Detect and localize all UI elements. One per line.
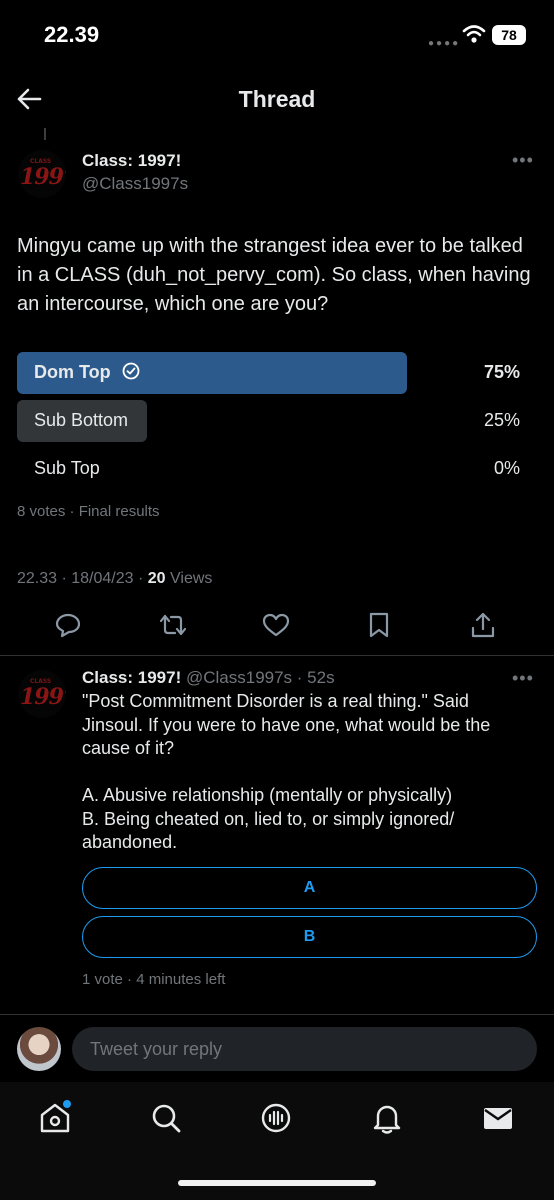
reply-more-options-icon[interactable]: ••• [512,668,534,689]
signal-dots-icon: ●●●● [428,38,461,49]
more-options-icon[interactable]: ••• [512,150,534,171]
author-name[interactable]: Class: 1997! [82,151,181,171]
share-icon[interactable] [469,611,497,639]
poll-percent: 75% [483,362,520,382]
poll-option-3: Sub Top 0% [17,448,537,490]
notifications-icon[interactable] [369,1100,405,1136]
poll-option-label: Dom Top [34,362,111,382]
home-indicator [178,1180,376,1186]
post-text: Mingyu came up with the strangest idea e… [17,235,531,315]
reply-author-avatar[interactable]: CLASS 1997 [18,670,66,718]
divider [0,655,554,656]
poll-percent: 0% [493,458,520,478]
reply-composer: Tweet your reply [0,1014,554,1082]
reply-icon[interactable] [54,611,82,639]
thread-header: Thread [0,72,554,130]
poll-option-1: Dom Top 75% [17,352,537,394]
status-bar: 22.39 ●●●● 78 [0,0,554,72]
status-time: 22.39 [44,22,100,47]
post-timestamp: 22.33 · 18/04/23 · 20 Views [17,570,213,587]
author-handle[interactable]: @Class1997s [82,174,188,194]
check-circle-icon [122,362,140,380]
reply-poll-footer: 1 vote · 4 minutes left [82,971,226,988]
poll-footer: 8 votes · Final results [17,503,160,520]
poll-option-label: Sub Bottom [34,410,129,430]
reply-post-time: 52s [307,668,335,687]
home-icon[interactable] [37,1100,73,1136]
battery-indicator: 78 [492,25,526,45]
poll-option-2: Sub Bottom 25% [17,400,537,442]
poll-option-label: Sub Top [34,458,100,478]
spaces-icon[interactable] [258,1100,294,1136]
reply-author-line: Class: 1997! @Class1997s · 52s [82,668,335,687]
poll-percent: 25% [483,410,520,430]
retweet-icon[interactable] [158,611,188,639]
reply-author-name[interactable]: Class: 1997! [82,668,181,687]
reply-input[interactable]: Tweet your reply [72,1027,537,1071]
poll-vote-button-b[interactable]: B [82,916,537,958]
search-icon[interactable] [148,1100,184,1136]
bookmark-icon[interactable] [367,611,391,639]
messages-icon[interactable] [480,1100,516,1136]
wifi-icon [462,25,486,43]
thread-connector-line [44,128,46,140]
like-icon[interactable] [261,611,291,639]
user-avatar[interactable] [17,1027,61,1071]
author-avatar[interactable]: CLASS 1997 [18,150,66,198]
reply-author-handle[interactable]: @Class1997s [186,668,292,687]
poll-vote-button-a[interactable]: A [82,867,537,909]
reply-post-text: "Post Commitment Disorder is a real thin… [82,691,491,852]
views-count[interactable]: 20 [148,570,166,587]
notification-dot [63,1100,71,1108]
page-title: Thread [238,86,316,112]
